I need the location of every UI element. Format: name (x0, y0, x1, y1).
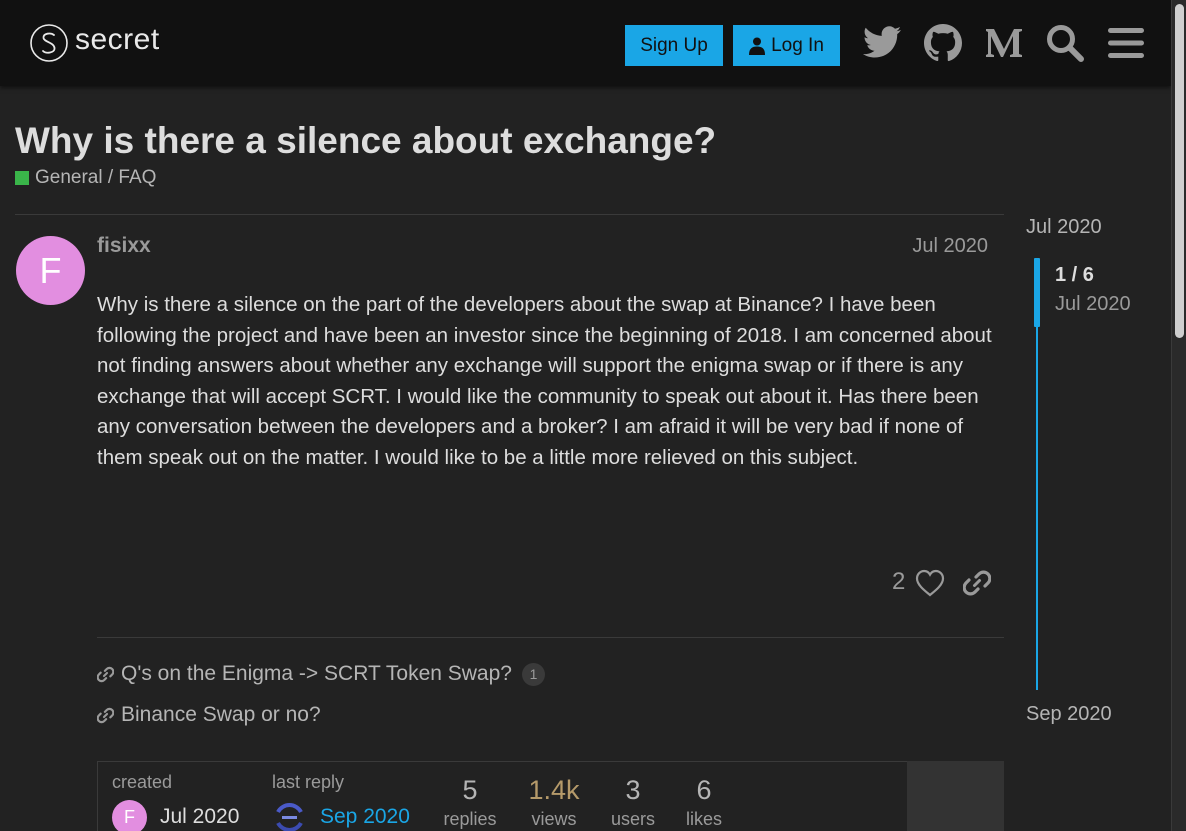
linked-topic-title[interactable]: Binance Swap or no? (121, 703, 321, 727)
log-in-label: Log In (771, 34, 824, 56)
secret-logo-icon (30, 24, 68, 62)
timeline-position: 1 / 6 (1055, 264, 1094, 286)
site-logo[interactable]: secret (29, 23, 160, 63)
title-divider (15, 214, 1004, 215)
share-link-icon[interactable] (962, 569, 992, 602)
site-header: secret Sign Up Log In (0, 0, 1171, 86)
post-username[interactable]: fisixx (97, 234, 151, 258)
created-date: Jul 2020 (160, 805, 240, 828)
last-reply-avatar[interactable] (272, 800, 307, 831)
timeline-position-date: Jul 2020 (1055, 293, 1131, 315)
replies-count: 5 (462, 775, 478, 805)
link-icon (97, 666, 114, 682)
category-badge[interactable]: General / FAQ (15, 167, 156, 189)
users-label: users (610, 809, 655, 829)
post-divider (97, 637, 1004, 638)
like-count[interactable]: 2 (892, 568, 905, 596)
avatar[interactable]: F (16, 236, 85, 305)
users-count: 3 (625, 775, 641, 805)
linked-topic-title[interactable]: Q's on the Enigma -> SCRT Token Swap? (121, 662, 512, 686)
sign-up-button[interactable]: Sign Up (625, 25, 723, 66)
linked-topic[interactable]: Q's on the Enigma -> SCRT Token Swap? 1 (97, 662, 545, 686)
likes-label: likes (685, 809, 722, 829)
post-date[interactable]: Jul 2020 (912, 235, 988, 258)
logo-text: secret (75, 23, 160, 56)
post-body: Why is there a silence on the part of th… (97, 293, 992, 469)
views-count: 1.4k (528, 775, 580, 805)
heart-icon[interactable] (915, 569, 945, 602)
timeline-handle[interactable] (1034, 258, 1040, 327)
github-icon[interactable] (922, 22, 964, 64)
topic-map: created F Jul 2020 last reply Sep 2020 5… (97, 761, 1004, 831)
last-reply-label: last reply (272, 772, 345, 792)
link-icon (97, 707, 114, 723)
category-label: General / FAQ (35, 167, 157, 188)
search-icon[interactable] (1044, 22, 1086, 64)
linked-topic[interactable]: Binance Swap or no? (97, 703, 321, 727)
timeline-start-date[interactable]: Jul 2020 (1026, 216, 1102, 239)
replies-label: replies (443, 809, 497, 829)
log-in-button[interactable]: Log In (733, 25, 840, 66)
created-label: created (112, 772, 173, 792)
timeline-end-date[interactable]: Sep 2020 (1026, 703, 1112, 726)
views-label: views (531, 809, 577, 829)
topic-title[interactable]: Why is there a silence about exchange? (15, 120, 716, 162)
page-scrollbar[interactable] (1171, 0, 1186, 831)
scrollbar-thumb[interactable] (1175, 4, 1184, 338)
topic-map-expand-button[interactable] (907, 761, 1004, 831)
creator-avatar[interactable]: F (112, 800, 147, 831)
medium-icon[interactable] (983, 22, 1025, 64)
last-reply-date[interactable]: Sep 2020 (320, 805, 410, 829)
likes-count: 6 (696, 775, 712, 805)
twitter-icon[interactable] (861, 22, 903, 64)
link-click-count: 1 (521, 662, 545, 686)
user-icon (749, 37, 766, 55)
category-color-square (15, 171, 29, 185)
hamburger-menu-icon[interactable] (1105, 22, 1147, 64)
